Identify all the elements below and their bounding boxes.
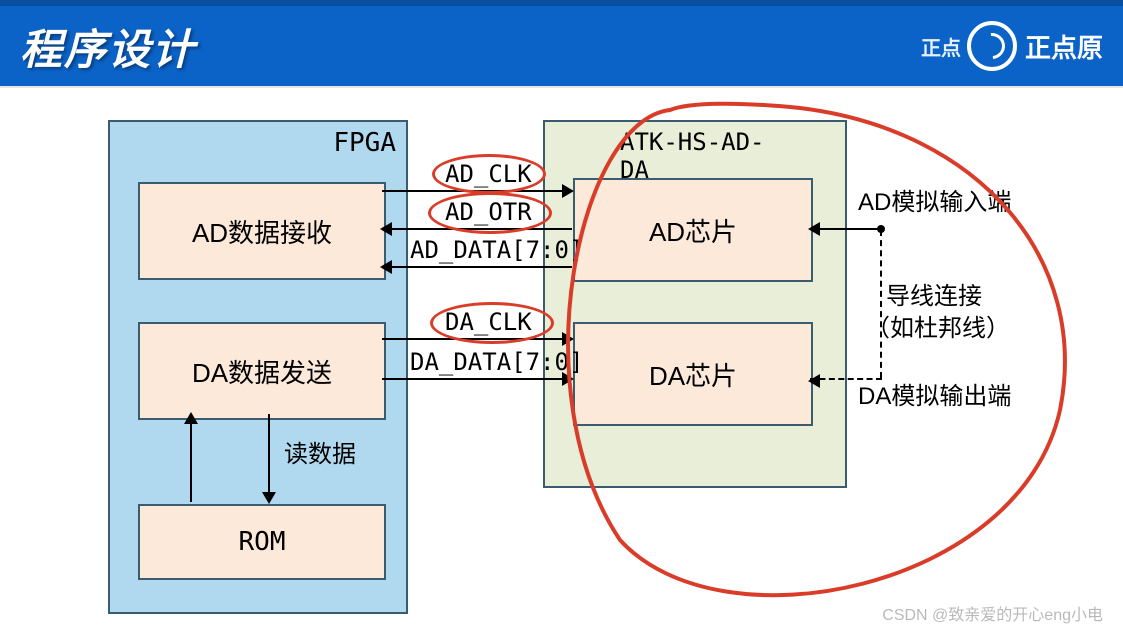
annot-circle-da-clk (430, 302, 554, 344)
brand-small: 正点 (921, 32, 961, 61)
arrow-da-to-rom (268, 414, 270, 502)
read-data-label: 读数据 (284, 434, 356, 469)
header-bar: 程序设计 正点 正点原 (0, 0, 1123, 86)
sig-ad-data: AD_DATA[7:0] (410, 236, 583, 264)
brand-logo-icon (967, 21, 1017, 71)
ad-receive-box: AD数据接收 (138, 182, 386, 280)
fpga-label: FPGA (333, 128, 396, 158)
sig-da-data: DA_DATA[7:0] (410, 348, 583, 376)
ad-chip-box: AD芯片 (573, 178, 813, 282)
da-send-box: DA数据发送 (138, 322, 386, 420)
wire-note-1: 导线连接 (886, 276, 982, 311)
watermark: CSDN @致亲爱的开心eng小电 (882, 601, 1103, 625)
fpga-block: FPGA AD数据接收 DA数据发送 ROM (108, 120, 408, 614)
ad-input-label: AD模拟输入端 (858, 182, 1011, 217)
brand-block: 正点 正点原 (921, 21, 1103, 71)
da-chip-box: DA芯片 (573, 322, 813, 426)
wire-note-2: （如杜邦线） (866, 308, 1010, 343)
diagram-canvas: FPGA AD数据接收 DA数据发送 ROM 读数据 ATK-HS-AD-DA … (0, 80, 1123, 633)
arrow-da-data (382, 378, 572, 380)
annot-circle-ad-clk (432, 154, 546, 194)
brand-text: 正点原 (1025, 28, 1103, 65)
dashed-da-out (810, 378, 882, 380)
rom-box: ROM (138, 504, 386, 580)
arrow-rom-to-da (190, 414, 192, 502)
dashed-vert (880, 230, 882, 378)
arrow-ad-input (810, 228, 880, 230)
adda-label: ATK-HS-AD-DA (620, 128, 770, 184)
arrow-ad-data (382, 266, 572, 268)
annot-circle-ad-otr (428, 192, 552, 234)
da-output-label: DA模拟输出端 (858, 376, 1011, 411)
adda-panel: ATK-HS-AD-DA AD芯片 DA芯片 (543, 120, 847, 488)
node-top (877, 225, 885, 233)
page-title: 程序设计 (20, 16, 196, 77)
